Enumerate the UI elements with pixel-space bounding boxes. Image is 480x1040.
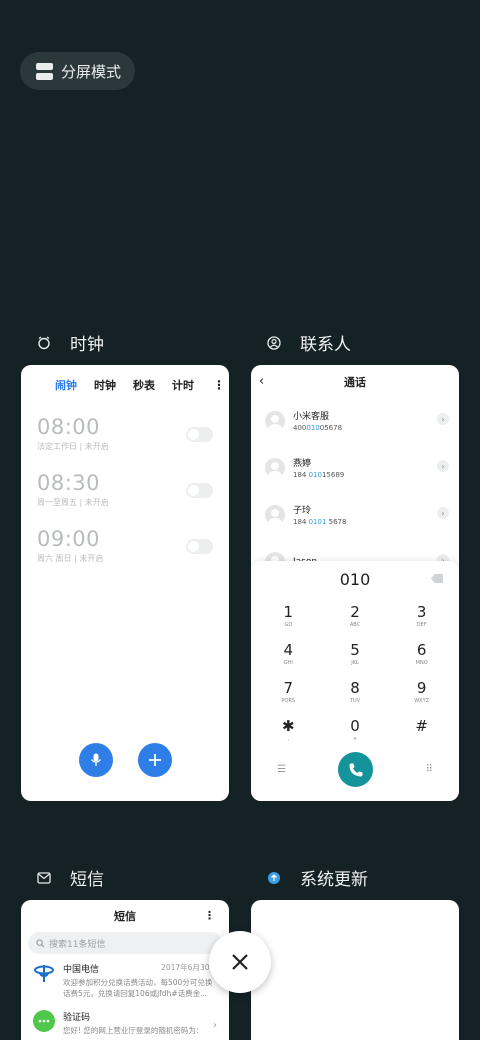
- alarm-desc: 周一至周五 | 未开启: [37, 498, 109, 507]
- message-sender: 验证码: [63, 1013, 91, 1023]
- message-preview: 话费5元，兑换请回复106或jfdh#话费金...: [63, 989, 208, 998]
- message-sender: 中国电信: [63, 965, 100, 975]
- menu-icon[interactable]: ☰: [277, 764, 286, 775]
- avatar: [265, 457, 285, 478]
- close-icon: [232, 954, 248, 970]
- messages-app-card[interactable]: 短信 ⋮ 搜索11条短信 中国电信 2017年6月30日 欢迎参加积分兑换话费活动…: [21, 900, 229, 1040]
- clear-all-button[interactable]: [209, 931, 271, 993]
- contact-number: 184 0101 5678: [293, 518, 347, 526]
- alarm-item[interactable]: 08:00 法定工作日 | 未开启: [21, 407, 229, 463]
- contact-name: 燕婷: [293, 459, 312, 469]
- contact-list: 小米客服 40001005678 › 燕婷 184 01015689 › 子玲 …: [251, 397, 459, 585]
- tab-clock[interactable]: 时钟: [94, 377, 116, 393]
- backspace-icon[interactable]: [431, 574, 443, 583]
- dialer-header-title: 通话: [344, 376, 366, 389]
- message-icon: [36, 870, 52, 886]
- message-item[interactable]: 中国电信 2017年6月30日 欢迎参加积分兑换话费活动，每500分可兑换 话费5…: [21, 954, 229, 1002]
- search-icon: [36, 938, 45, 948]
- chevron-right-icon[interactable]: ›: [437, 413, 449, 425]
- dial-key-6[interactable]: 6 MNO: [388, 635, 455, 673]
- contact-item[interactable]: 子玲 184 0101 5678 ›: [251, 491, 459, 538]
- dial-key-5[interactable]: 5 JKL: [322, 635, 389, 673]
- dialer-header: ‹ 通话: [251, 367, 459, 397]
- dial-key-8[interactable]: 8 TUV: [322, 673, 389, 711]
- messages-header: 短信 ⋮: [21, 902, 229, 930]
- alarm-toggle[interactable]: [186, 483, 213, 498]
- avatar: [265, 410, 285, 431]
- messages-header-title: 短信: [114, 910, 136, 923]
- alarm-desc: 周六 周日 | 未开启: [37, 554, 104, 563]
- clock-app-card[interactable]: 闹钟 时钟 秒表 计时 ⋮ 08:00 法定工作日 | 未开启 08:30 周一…: [21, 365, 229, 801]
- message-item[interactable]: 验证码 您好! 您的网上营业厅登录的随机密码为： ›: [21, 1002, 229, 1040]
- contact-name: 子玲: [293, 506, 312, 516]
- tab-stopwatch[interactable]: 秒表: [133, 377, 155, 393]
- search-input[interactable]: 搜索11条短信: [28, 932, 222, 954]
- contact-item[interactable]: 燕婷 184 01015689 ›: [251, 444, 459, 491]
- contact-name: 小米客服: [293, 412, 330, 422]
- chevron-right-icon[interactable]: ›: [213, 1020, 217, 1031]
- dial-input: 010: [339, 569, 371, 589]
- dial-key-0[interactable]: 0 +: [322, 711, 389, 749]
- system-update-app-title: 系统更新: [266, 865, 368, 890]
- message-preview: 欢迎参加积分兑换话费活动，每500分可兑换: [63, 978, 213, 987]
- contact-item[interactable]: 小米客服 40001005678 ›: [251, 397, 459, 444]
- alarm-item[interactable]: 09:00 周六 周日 | 未开启: [21, 519, 229, 575]
- contact-number: 184 01015689: [293, 471, 345, 479]
- alarm-clock-icon: [36, 335, 52, 351]
- verification-code-icon: [33, 1010, 55, 1032]
- dial-key-star[interactable]: ✱,: [255, 711, 322, 749]
- system-update-app-card[interactable]: [251, 900, 459, 1040]
- microphone-icon: [90, 753, 102, 766]
- search-placeholder: 搜索11条短信: [49, 939, 106, 950]
- contacts-icon: [266, 335, 282, 351]
- dial-key-7[interactable]: 7 PQRS: [255, 673, 322, 711]
- plus-icon: [149, 754, 161, 766]
- tab-alarm[interactable]: 闹钟: [55, 377, 77, 393]
- split-screen-icon: [36, 62, 53, 80]
- message-preview: 您好! 您的网上营业厅登录的随机密码为：: [63, 1026, 204, 1035]
- dial-key-3[interactable]: 3 DEF: [388, 597, 455, 635]
- system-update-icon: [266, 870, 282, 886]
- more-icon[interactable]: ⋮: [213, 378, 225, 392]
- clock-tabs: 闹钟 时钟 秒表 计时 ⋮: [21, 369, 229, 401]
- dialpad-toggle-icon[interactable]: ⠿: [426, 764, 433, 775]
- add-alarm-button[interactable]: [138, 743, 172, 777]
- dial-key-1[interactable]: 1 GD: [255, 597, 322, 635]
- dial-keys: 1 GD 2 ABC 3 DEF 4 GHI 5 JKL 6 MNO 7 PQRS 8 TUV …: [251, 597, 459, 749]
- dial-key-4[interactable]: 4 GHI: [255, 635, 322, 673]
- chevron-right-icon[interactable]: ›: [437, 507, 449, 519]
- contact-number: 40001005678: [293, 424, 343, 432]
- split-screen-button[interactable]: 分屏模式: [20, 52, 135, 90]
- dial-key-9[interactable]: 9 WXYZ: [388, 673, 455, 711]
- back-arrow-icon[interactable]: ‹: [259, 374, 264, 389]
- contacts-title-text: 联系人: [300, 335, 351, 355]
- chevron-right-icon[interactable]: ›: [437, 460, 449, 472]
- alarm-desc: 法定工作日 | 未开启: [37, 442, 109, 451]
- voice-alarm-button[interactable]: [79, 743, 113, 777]
- system-update-title-text: 系统更新: [300, 870, 368, 890]
- messages-title-text: 短信: [70, 870, 104, 890]
- split-screen-label: 分屏模式: [61, 62, 122, 81]
- dialpad: 010 1 GD 2 ABC 3 DEF 4 GHI 5 JKL 6 MNO 7 PQRS 8…: [251, 561, 459, 801]
- phone-icon: [349, 763, 363, 776]
- avatar: [265, 504, 285, 525]
- alarm-item[interactable]: 08:30 周一至周五 | 未开启: [21, 463, 229, 519]
- dial-key-hash[interactable]: #: [388, 711, 455, 749]
- clock-title-text: 时钟: [70, 335, 104, 355]
- more-icon[interactable]: ⋮: [204, 909, 215, 922]
- call-button[interactable]: [338, 752, 374, 787]
- contacts-app-title: 联系人: [266, 330, 351, 355]
- alarm-toggle[interactable]: [186, 427, 213, 442]
- dial-key-2[interactable]: 2 ABC: [322, 597, 389, 635]
- dial-actions: ☰ ⠿: [251, 752, 459, 787]
- dial-display: 010: [251, 561, 459, 597]
- alarm-toggle[interactable]: [186, 539, 213, 554]
- messages-app-title: 短信: [36, 865, 104, 890]
- contacts-app-card[interactable]: ‹ 通话 小米客服 40001005678 › 燕婷 184 01015689 …: [251, 365, 459, 801]
- tab-timer[interactable]: 计时: [172, 377, 194, 393]
- clock-app-title: 时钟: [36, 330, 104, 355]
- china-telecom-logo: [33, 962, 55, 984]
